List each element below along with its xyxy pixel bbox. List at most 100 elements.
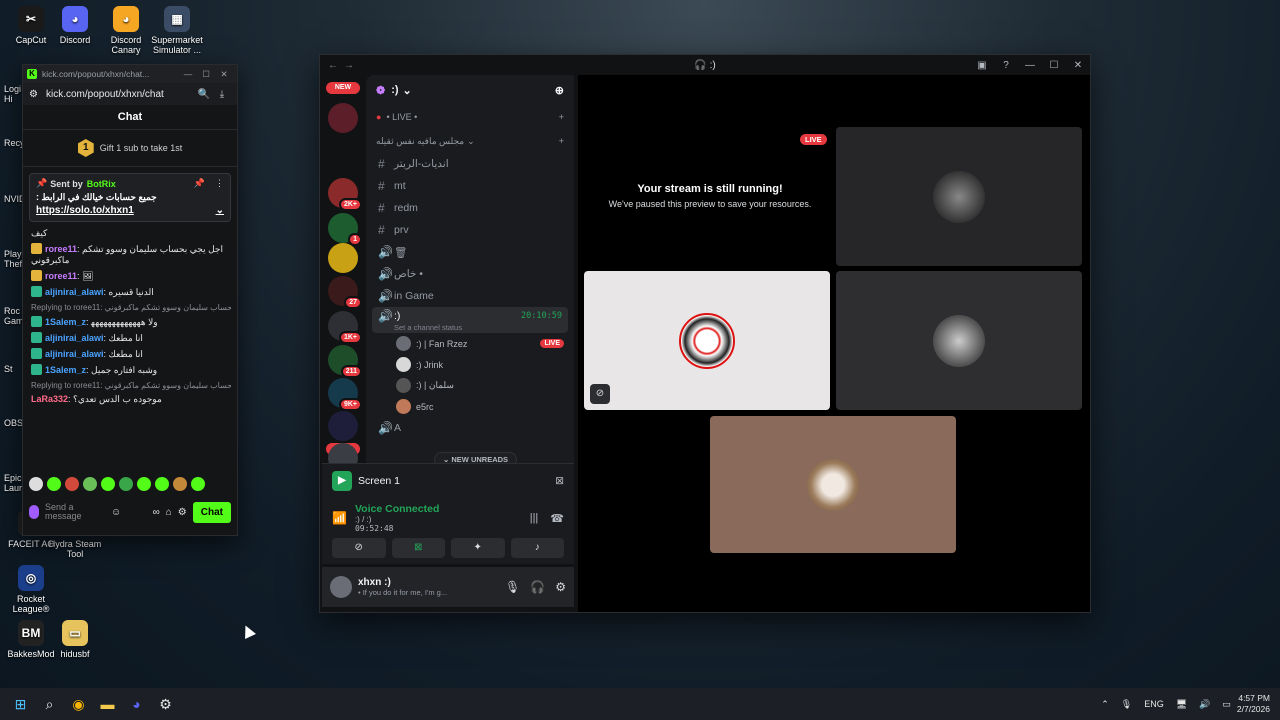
microphone-icon[interactable]: 🎙 <box>1121 699 1132 710</box>
emoji-icon[interactable]: ☺ <box>111 507 121 518</box>
settings-icon[interactable]: ⚙ <box>178 507 187 518</box>
add-channel-icon[interactable]: + <box>559 112 564 122</box>
category-majlis[interactable]: مجلس مافيه نفس ثقيله ⌄ + <box>366 129 574 153</box>
site-settings-icon[interactable]: ⚙ <box>29 89 38 100</box>
steam-icon[interactable]: ⚙ <box>151 688 180 720</box>
points-icon[interactable]: ∞ <box>153 507 160 518</box>
emote-icon[interactable] <box>101 477 115 491</box>
server-icon[interactable]: 2K+ <box>328 178 362 211</box>
voice-user[interactable]: :) Jrink <box>396 354 564 375</box>
chat-username[interactable]: aljinirai_alawi <box>45 287 104 297</box>
more-options-icon[interactable]: ⋮ <box>215 178 224 189</box>
pinned-link[interactable]: https://solo.to/xhxn1 <box>36 205 216 216</box>
clock[interactable]: 4:57 PM 2/7/2026 <box>1237 693 1270 715</box>
store-icon[interactable]: ⌂ <box>166 507 172 518</box>
kick-chat-window[interactable]: K kick.com/popout/xhxn/chat... — ☐ ✕ ⚙ k… <box>22 64 238 536</box>
network-icon[interactable]: 🖥 <box>1176 699 1187 710</box>
server-icon[interactable] <box>328 103 358 133</box>
voice-channel-a[interactable]: 🔊 A <box>372 417 568 439</box>
server-icon[interactable]: 27 <box>328 276 362 309</box>
emote-icon[interactable] <box>191 477 205 491</box>
participant-tile-speaking[interactable]: ⊘ <box>584 271 830 410</box>
stop-stream-icon[interactable]: ⊠ <box>555 475 564 487</box>
chat-message[interactable]: LaRa332: موجوده ب الدس تعدي؟ <box>31 394 231 405</box>
user-name[interactable]: xhxn :) <box>358 577 495 588</box>
voice-channel[interactable]: 🔊 in Game <box>372 285 568 307</box>
kick-url[interactable]: kick.com/popout/xhxn/chat <box>46 89 195 100</box>
discord-window[interactable]: ←→ 🎧 :) ▣ ? — ☐ ✕ NEW NEW 2K+1271K+2119K… <box>319 54 1091 613</box>
chat-username[interactable]: LaRa332 <box>31 394 68 404</box>
maximize-icon[interactable]: ☐ <box>197 69 215 80</box>
chat-username[interactable]: 1Salem_z <box>45 365 86 375</box>
download-icon[interactable]: ⤓ <box>213 89 231 100</box>
start-icon[interactable]: ⊞ <box>6 688 35 720</box>
soundboard-button[interactable]: ♪ <box>510 538 564 558</box>
participant-tile[interactable] <box>836 127 1082 266</box>
mic-icon[interactable] <box>29 505 39 519</box>
gift-sub-banner[interactable]: 1 Gift 1 sub to take 1st <box>23 130 237 167</box>
disconnect-icon[interactable]: ☎ <box>550 512 564 525</box>
minimize-icon[interactable]: — <box>179 69 197 79</box>
category-live[interactable]: ● • LIVE • + <box>366 105 574 129</box>
chat-message[interactable]: roree11: 🖼 <box>31 270 231 282</box>
file-explorer-icon[interactable]: ▬ <box>93 688 122 720</box>
text-channel[interactable]: # انديات-الربتر <box>372 153 568 175</box>
avatar[interactable] <box>330 576 352 598</box>
emote-icon[interactable] <box>83 477 97 491</box>
desktop-icon[interactable]: ◎ Rocket League® <box>0 565 62 614</box>
emote-icon[interactable] <box>29 477 43 491</box>
language-indicator[interactable]: ENG <box>1144 699 1164 709</box>
text-channel[interactable]: # redm <box>372 197 568 219</box>
camera-off-button[interactable]: ⊘ <box>332 538 386 558</box>
chat-username[interactable]: aljinirai_alawi <box>45 333 104 343</box>
emote-icon[interactable] <box>47 477 61 491</box>
signal-icon[interactable]: 📶 <box>332 511 347 525</box>
chevron-down-icon[interactable]: ⌄ <box>216 205 224 216</box>
headphones-icon[interactable]: 🎧 <box>530 580 545 594</box>
chat-username[interactable]: roree11 <box>45 244 77 254</box>
screen-share-button[interactable]: ⊠ <box>391 538 445 558</box>
discord-icon[interactable]: ◕ <box>122 688 151 720</box>
zoom-icon[interactable]: 🔍 <box>195 89 213 100</box>
add-member-icon[interactable]: ⊕ <box>555 84 564 97</box>
server-icon[interactable]: 1 <box>328 213 362 246</box>
participant-tile[interactable] <box>836 271 1082 410</box>
emote-icon[interactable] <box>65 477 79 491</box>
chat-username[interactable]: aljinirai_alawi <box>45 349 104 359</box>
screen-share-row[interactable]: ▶ Screen 1 ⊠ <box>322 464 574 498</box>
close-icon[interactable]: ✕ <box>215 69 233 80</box>
server-icon[interactable] <box>328 243 358 273</box>
voice-channel-active[interactable]: 🔊 :) 20:10:59 Set a channel status <box>372 307 568 333</box>
voice-user[interactable]: :) | سلمان <box>396 375 564 396</box>
chat-username[interactable]: 1Salem_z <box>45 317 86 327</box>
search-icon[interactable]: ⌕ <box>35 688 64 720</box>
pinned-message[interactable]: 📌 Sent by BotRix 📌 ⋮ جميع حسابات خيالك ف… <box>29 173 231 222</box>
emote-icon[interactable] <box>119 477 133 491</box>
activities-button[interactable]: ✦ <box>451 538 505 558</box>
gear-icon[interactable]: ⚙ <box>555 580 566 594</box>
noise-suppression-icon[interactable]: ||| <box>530 512 539 524</box>
unpin-icon[interactable]: 📌 <box>194 178 205 189</box>
chat-message[interactable]: aljinirai_alawi: انا مطعك <box>31 348 231 360</box>
chat-input[interactable]: Send a message <box>45 503 105 521</box>
desktop-icon[interactable]: ▦ Supermarket Simulator ... <box>146 6 208 55</box>
show-hidden-icons[interactable]: ⌃ <box>1101 699 1109 710</box>
channel-status[interactable]: Set a channel status <box>378 323 562 332</box>
chrome-icon[interactable]: ◉ <box>64 688 93 720</box>
chat-username[interactable]: roree11 <box>45 271 77 281</box>
server-header[interactable]: ❁ :) ⌄ ⊕ <box>366 75 574 105</box>
chat-message[interactable]: 1Salem_z: وشبه افتاره جميل <box>31 364 231 376</box>
emote-icon[interactable] <box>173 477 187 491</box>
text-channel[interactable]: # prv <box>372 219 568 241</box>
chat-message[interactable]: roree11: اجل يجي بحساب سليمان وسوو تشكم … <box>31 243 231 266</box>
send-chat-button[interactable]: Chat <box>192 501 231 523</box>
desktop-icon[interactable]: ▭ hidusbf <box>44 620 106 659</box>
voice-connected-label[interactable]: Voice Connected <box>355 503 518 515</box>
server-icon[interactable] <box>328 411 358 441</box>
chat-message[interactable]: aljinirai_alawi: الدنيا قسيره <box>31 286 231 298</box>
volume-icon[interactable]: 🔊 <box>1199 699 1210 710</box>
voice-channel[interactable]: 🔊 خاص • <box>372 263 568 285</box>
battery-icon[interactable]: ▭ <box>1222 699 1231 710</box>
voice-channel[interactable]: 🔊 🗑 <box>372 241 568 263</box>
microphone-icon[interactable]: 🎙 <box>505 580 520 594</box>
